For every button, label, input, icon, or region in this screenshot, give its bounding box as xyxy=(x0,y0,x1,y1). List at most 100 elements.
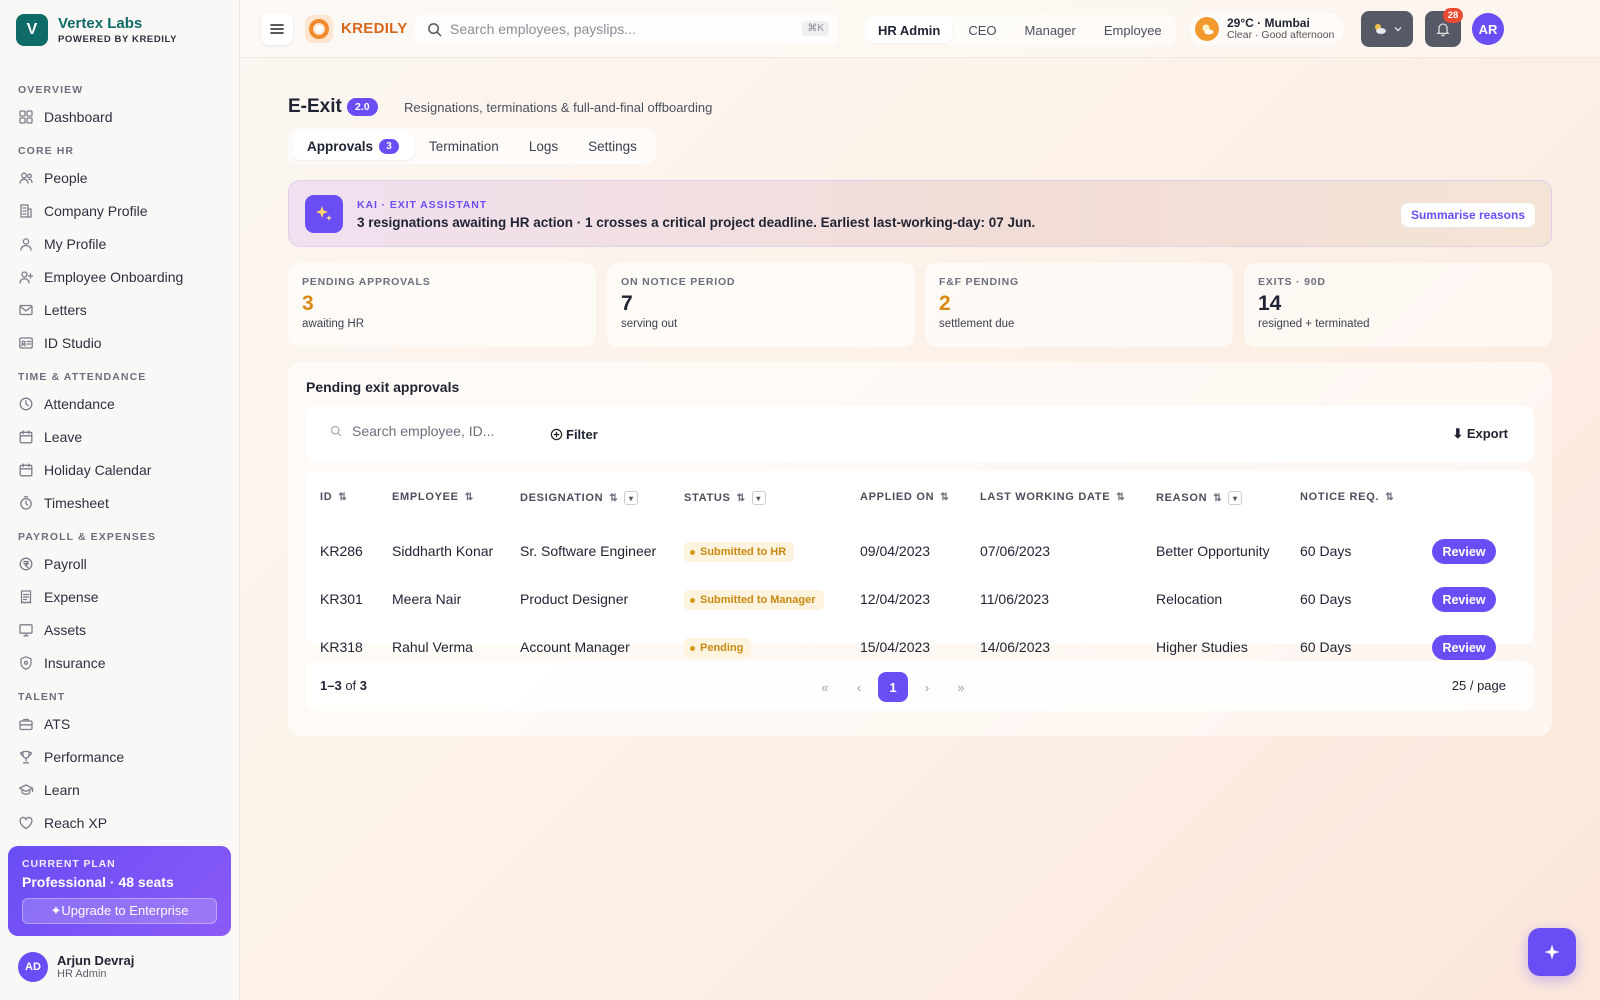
table-toolbar: Filter ⬇ Export xyxy=(306,406,1534,462)
chevron-down-icon xyxy=(1394,27,1402,32)
sidebar-section-title: OVERVIEW xyxy=(18,84,84,96)
review-button[interactable]: Review xyxy=(1432,539,1496,564)
range-total: 3 xyxy=(359,678,368,693)
sidebar-item-employee-onboarding[interactable]: Employee Onboarding xyxy=(0,260,240,293)
sidebar-item-holiday-calendar[interactable]: Holiday Calendar xyxy=(0,453,240,486)
column-filter-icon[interactable]: ▾ xyxy=(751,491,766,505)
table-row[interactable]: KR286 Siddharth Konar Sr. Software Engin… xyxy=(306,527,1534,575)
stat-label: PENDING APPROVALS xyxy=(302,276,431,288)
sidebar-item-payroll[interactable]: Payroll xyxy=(0,547,240,580)
sidebar-item-timesheet[interactable]: Timesheet xyxy=(0,486,240,519)
last-page-button[interactable]: » xyxy=(946,672,976,702)
tab-settings[interactable]: Settings xyxy=(573,132,652,160)
prev-page-button[interactable]: ‹ xyxy=(844,672,874,702)
sidebar-item-leave[interactable]: Leave xyxy=(0,420,240,453)
sort-icon[interactable]: ⇅ xyxy=(1116,492,1125,503)
timer-icon xyxy=(20,495,32,510)
sidebar-item-id-studio[interactable]: ID Studio xyxy=(0,326,240,359)
page-size-select[interactable]: 25 / page xyxy=(1452,678,1506,693)
page-button-current[interactable]: 1 xyxy=(878,672,908,702)
global-search[interactable]: ⌘K xyxy=(415,14,839,44)
role-tab-manager[interactable]: Manager xyxy=(1013,17,1088,43)
sidebar-item-insurance[interactable]: Insurance xyxy=(0,646,240,679)
review-button[interactable]: Review xyxy=(1432,635,1496,660)
weather-temp: 29°C · Mumbai xyxy=(1227,16,1310,31)
sidebar-item-dashboard[interactable]: Dashboard xyxy=(0,100,240,133)
upgrade-button[interactable]: ✦Upgrade to Enterprise xyxy=(22,898,217,924)
search-icon xyxy=(428,22,442,36)
table-search-input[interactable] xyxy=(352,423,552,439)
ai-assistant-fab[interactable] xyxy=(1528,928,1576,976)
sparkle-icon xyxy=(305,195,343,233)
cell-id: KR286 xyxy=(320,543,363,559)
table-row[interactable]: KR301 Meera Nair Product Designer Submit… xyxy=(306,575,1534,623)
sidebar-item-label: Payroll xyxy=(44,555,87,572)
page-tabs: Approvals 3 Termination Logs Settings xyxy=(288,128,656,164)
status-text: Submitted to Manager xyxy=(700,594,816,606)
sidebar-item-my-profile[interactable]: My Profile xyxy=(0,227,240,260)
sidebar-item-performance[interactable]: Performance xyxy=(0,740,240,773)
column-header-status[interactable]: STATUS ⇅ ▾ xyxy=(684,491,766,505)
brand[interactable]: V Vertex Labs POWERED BY KREDILY xyxy=(16,12,177,48)
column-header-reason[interactable]: REASON ⇅ ▾ xyxy=(1156,491,1243,505)
sidebar-nav: OVERVIEW Dashboard CORE HR People Company Pr… xyxy=(0,72,240,840)
sidebar-item-learn[interactable]: Learn xyxy=(0,773,240,806)
cell-employee[interactable]: Siddharth Konar xyxy=(392,527,493,575)
sidebar-item-company-profile[interactable]: Company Profile xyxy=(0,194,240,227)
filter-button[interactable]: Filter xyxy=(550,422,598,446)
sort-icon[interactable]: ⇅ xyxy=(940,492,949,503)
sidebar-item-expense[interactable]: Expense xyxy=(0,580,240,613)
column-header-notice[interactable]: NOTICE REQ. ⇅ xyxy=(1300,491,1394,503)
review-button[interactable]: Review xyxy=(1432,587,1496,612)
column-label: LAST WORKING DATE xyxy=(980,491,1111,503)
sort-icon[interactable]: ⇅ xyxy=(338,492,347,503)
trophy-icon xyxy=(20,750,32,763)
theme-toggle-button[interactable] xyxy=(1361,11,1413,47)
pagination-range: 1–3 of 3 xyxy=(320,678,367,693)
role-tab-ceo[interactable]: CEO xyxy=(956,17,1008,43)
summarise-reasons-button[interactable]: Summarise reasons xyxy=(1400,203,1535,227)
role-tab-employee[interactable]: Employee xyxy=(1092,17,1174,43)
menu-button[interactable] xyxy=(261,13,293,45)
cell-designation: Product Designer xyxy=(520,591,629,607)
brand-logo: V xyxy=(16,14,48,46)
user-profile[interactable]: AD Arjun Devraj HR Admin xyxy=(18,952,134,982)
column-header-applied-on[interactable]: APPLIED ON ⇅ xyxy=(860,491,949,503)
export-button[interactable]: ⬇ Export xyxy=(1452,422,1508,446)
column-header-employee[interactable]: EMPLOYEE ⇅ xyxy=(392,491,474,503)
weather-widget[interactable]: 29°C · Mumbai Clear · Good afternoon xyxy=(1189,13,1345,45)
tab-approvals[interactable]: Approvals 3 xyxy=(292,132,415,160)
tab-logs[interactable]: Logs xyxy=(514,132,573,160)
grid-icon xyxy=(19,109,33,124)
cell-employee[interactable]: Meera Nair xyxy=(392,575,461,623)
sidebar-item-label: ATS xyxy=(44,715,71,732)
sort-icon[interactable]: ⇅ xyxy=(737,493,746,504)
sidebar-item-assets[interactable]: Assets xyxy=(0,613,240,646)
shortcut-hint: ⌘K xyxy=(802,21,829,36)
column-header-id[interactable]: ID ⇅ xyxy=(320,491,348,503)
sidebar-item-people[interactable]: People xyxy=(0,161,240,194)
sidebar-item-attendance[interactable]: Attendance xyxy=(0,387,240,420)
column-filter-icon[interactable]: ▾ xyxy=(1228,491,1243,505)
role-tab-hr-admin[interactable]: HR Admin xyxy=(866,17,953,43)
sort-icon[interactable]: ⇅ xyxy=(1385,492,1394,503)
table-search[interactable] xyxy=(330,423,552,439)
sidebar-item-letters[interactable]: Letters xyxy=(0,293,240,326)
version-badge: 2.0 xyxy=(347,98,378,116)
column-filter-icon[interactable]: ▾ xyxy=(624,491,639,505)
sidebar-item-reach-xp[interactable]: Reach XP xyxy=(0,806,240,839)
sidebar-item-ats[interactable]: ATS xyxy=(0,707,240,740)
column-header-designation[interactable]: DESIGNATION ⇅ ▾ xyxy=(520,491,639,505)
global-search-input[interactable] xyxy=(450,21,790,37)
table-row[interactable]: KR318 Rahul Verma Account Manager Pendin… xyxy=(306,623,1534,660)
next-page-button[interactable]: › xyxy=(912,672,942,702)
double-chevron-right-icon: » xyxy=(957,679,965,695)
first-page-button[interactable]: « xyxy=(810,672,840,702)
column-label: NOTICE REQ. xyxy=(1300,491,1380,503)
avatar-button[interactable]: AR xyxy=(1472,13,1504,45)
tab-termination[interactable]: Termination xyxy=(414,132,514,160)
sort-icon[interactable]: ⇅ xyxy=(1213,493,1222,504)
column-header-last-working-date[interactable]: LAST WORKING DATE ⇅ xyxy=(980,491,1125,503)
sort-icon[interactable]: ⇅ xyxy=(609,493,618,504)
sort-icon[interactable]: ⇅ xyxy=(465,492,474,503)
